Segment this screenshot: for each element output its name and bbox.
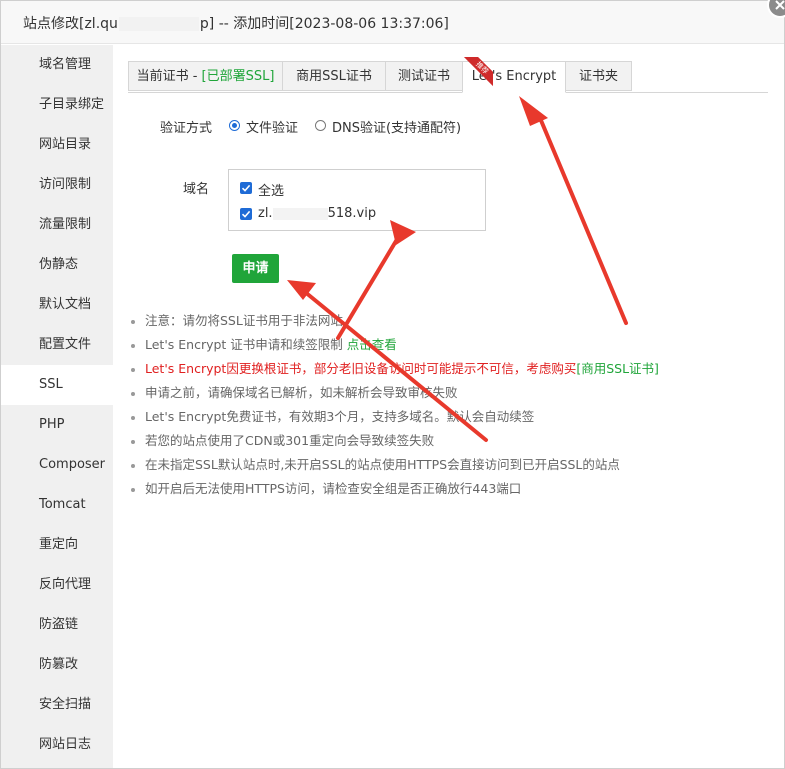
check-icon (241, 184, 251, 192)
tab-cert-folder-label: 证书夹 (578, 69, 618, 84)
tab-test-cert-label: 测试证书 (397, 69, 450, 84)
sidebar-item-tamper-protection[interactable]: 防篡改 (1, 645, 113, 685)
note-item: 申请之前，请确保域名已解析，如未解析会导致审核失败 (131, 381, 659, 405)
sidebar-item-ssl[interactable]: SSL (1, 365, 113, 405)
sidebar-item-domain-management[interactable]: 域名管理 (1, 45, 113, 85)
sidebar-item-rewrite[interactable]: 伪静态 (1, 245, 113, 285)
ssl-panel: 当前证书 - [已部署SSL] 商用SSL证书 测试证书 Let's Encry… (113, 45, 784, 768)
note-text: 在未指定SSL默认站点时,未开启SSL的站点使用HTTPS会直接访问到已开启SS… (145, 457, 620, 472)
note-item: Let's Encrypt因更换根证书，部分老旧设备访问时可能提示不可信，考虑购… (131, 357, 659, 381)
sidebar-item-hotlink-protection[interactable]: 防盗链 (1, 605, 113, 645)
radio-file-verify-label[interactable]: 文件验证 (246, 117, 298, 136)
tab-test-cert[interactable]: 测试证书 (385, 61, 463, 91)
tab-commercial-ssl[interactable]: 商用SSL证书 (282, 61, 386, 91)
recommend-badge-text: 推荐 (463, 57, 493, 87)
note-text: 申请之前，请确保域名已解析，如未解析会导致审核失败 (145, 385, 458, 400)
note-text: Let's Encrypt因更换根证书，部分老旧设备访问时可能提示不可信，考虑购… (145, 361, 577, 376)
tab-current-cert-label: 当前证书 - (136, 69, 202, 84)
view-limits-link[interactable]: 点击查看 (347, 337, 397, 352)
sidebar-item-access-restriction[interactable]: 访问限制 (1, 165, 113, 205)
note-item: Let's Encrypt免费证书，有效期3个月，支持多域名。默认会自动续签 (131, 405, 659, 429)
note-text: 注意：请勿将SSL证书用于非法网站 (145, 313, 343, 328)
dialog-title-prefix: 站点修改[zl.qu (23, 16, 118, 32)
select-all-checkbox[interactable] (240, 182, 252, 194)
sidebar-item-reverse-proxy[interactable]: 反向代理 (1, 565, 113, 605)
domain-checkbox[interactable] (240, 208, 252, 220)
tab-commercial-ssl-label: 商用SSL证书 (296, 69, 372, 84)
dialog-titlebar: 站点修改[zl.qu p] -- 添加时间[2023-08-06 13:37:06… (1, 1, 784, 44)
tab-current-cert-status: [已部署SSL] (201, 69, 275, 84)
notes-list: 注意：请勿将SSL证书用于非法网站 Let's Encrypt 证书申请和续签限… (131, 309, 659, 501)
note-text: Let's Encrypt免费证书，有效期3个月，支持多域名。默认会自动续签 (145, 409, 535, 424)
note-item: 注意：请勿将SSL证书用于非法网站 (131, 309, 659, 333)
tab-current-cert[interactable]: 当前证书 - [已部署SSL] (128, 61, 283, 91)
verify-method-label: 验证方式 (160, 121, 213, 136)
ssl-tabs: 当前证书 - [已部署SSL] 商用SSL证书 测试证书 Let's Encry… (128, 61, 768, 93)
redaction-mask (272, 207, 328, 220)
domain-list: 全选 zl. 518.vip (228, 169, 486, 231)
redaction-mask (118, 17, 199, 31)
sidebar-item-redirect[interactable]: 重定向 (1, 525, 113, 565)
domain-item-label[interactable]: zl. 518.vip (258, 206, 376, 221)
radio-file-verify[interactable] (229, 120, 240, 131)
sidebar-item-site-log[interactable]: 网站日志 (1, 725, 113, 765)
sidebar: 域名管理 子目录绑定 网站目录 访问限制 流量限制 伪静态 默认文档 配置文件 … (1, 45, 113, 768)
recommend-badge: 推荐 (463, 57, 493, 87)
close-icon (775, 0, 785, 10)
domain-label: 域名 (183, 182, 210, 197)
select-all-label[interactable]: 全选 (258, 180, 284, 199)
sidebar-item-security-scan[interactable]: 安全扫描 (1, 685, 113, 725)
sidebar-item-subdirectory-binding[interactable]: 子目录绑定 (1, 85, 113, 125)
apply-button[interactable]: 申请 (232, 254, 279, 283)
note-item: 若您的站点使用了CDN或301重定向会导致续签失败 (131, 429, 659, 453)
site-edit-dialog: 站点修改[zl.qu p] -- 添加时间[2023-08-06 13:37:06… (0, 0, 785, 769)
radio-dns-verify-label[interactable]: DNS验证(支持通配符) (332, 117, 461, 136)
sidebar-item-php[interactable]: PHP (1, 405, 113, 445)
tab-cert-folder[interactable]: 证书夹 (565, 61, 632, 91)
sidebar-item-composer[interactable]: Composer (1, 445, 113, 485)
domain-suffix: 518.vip (327, 206, 377, 221)
dialog-title-suffix: p] -- 添加时间[2023-08-06 13:37:06] (199, 16, 449, 32)
dialog-title: 站点修改[zl.qu p] -- 添加时间[2023-08-06 13:37:06… (23, 13, 449, 33)
sidebar-item-config-file[interactable]: 配置文件 (1, 325, 113, 365)
sidebar-item-default-document[interactable]: 默认文档 (1, 285, 113, 325)
note-text: 若您的站点使用了CDN或301重定向会导致续签失败 (145, 433, 435, 448)
sidebar-item-site-directory[interactable]: 网站目录 (1, 125, 113, 165)
sidebar-item-tomcat[interactable]: Tomcat (1, 485, 113, 525)
note-item: 如开启后无法使用HTTPS访问，请检查安全组是否正确放行443端口 (131, 477, 659, 501)
note-item: 在未指定SSL默认站点时,未开启SSL的站点使用HTTPS会直接访问到已开启SS… (131, 453, 659, 477)
note-text: Let's Encrypt 证书申请和续签限制 (145, 337, 347, 352)
radio-dns-verify[interactable] (315, 120, 326, 131)
commercial-ssl-link[interactable]: [商用SSL证书] (576, 361, 659, 376)
domain-prefix: zl. (258, 206, 273, 221)
note-item: Let's Encrypt 证书申请和续签限制 点击查看 (131, 333, 659, 357)
note-text: 如开启后无法使用HTTPS访问，请检查安全组是否正确放行443端口 (145, 481, 522, 496)
check-icon (241, 210, 251, 218)
sidebar-item-traffic-limit[interactable]: 流量限制 (1, 205, 113, 245)
